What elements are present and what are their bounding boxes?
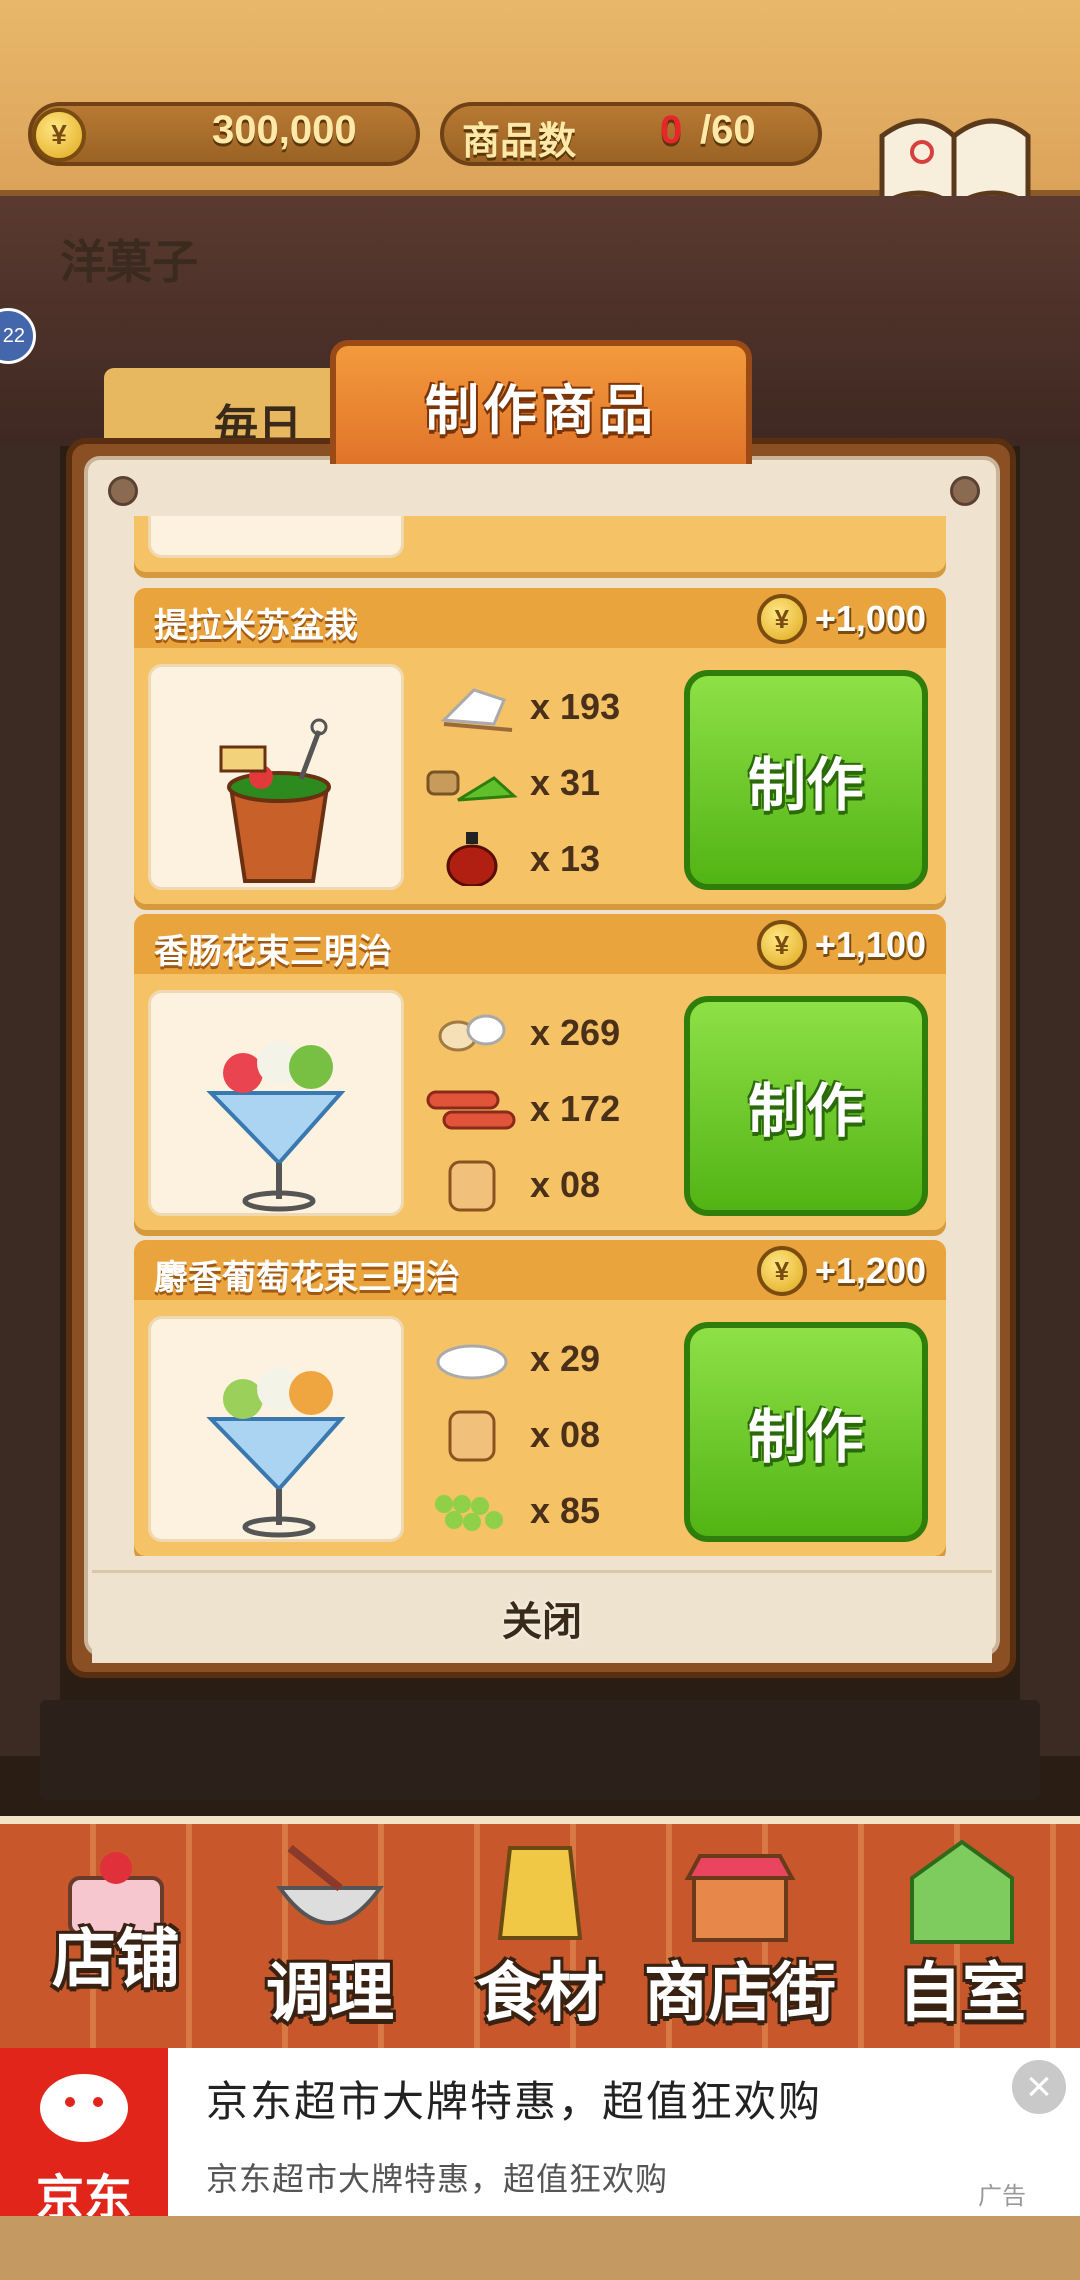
ingredient-qty: x 172 xyxy=(530,1088,621,1129)
ingredient-qty: x 193 xyxy=(530,686,621,727)
nav-cook[interactable]: 调理 xyxy=(230,1830,430,2040)
ingredient-qty: x 08 xyxy=(530,1164,601,1205)
ingredient-row: x 29 xyxy=(424,1324,624,1394)
make-button-label: 制作 xyxy=(747,1079,864,1144)
staff-only-icon xyxy=(910,1839,1014,1944)
wall-left xyxy=(0,446,60,1756)
grapes-icon xyxy=(435,1495,503,1531)
nav-label: 调理 xyxy=(266,1957,394,2029)
ingredient-row: x 193 xyxy=(424,672,624,742)
ingredient-row: x 172 xyxy=(424,1074,624,1144)
product-name: 麝香葡萄花束三明治 xyxy=(154,1259,460,1297)
mixing-bowl-icon xyxy=(276,1844,384,1925)
sausage-bouquet-image xyxy=(148,990,404,1216)
product-price: +1,200 xyxy=(814,1250,926,1291)
ingredient-row: x 269 xyxy=(424,998,624,1068)
bread-icon xyxy=(448,1160,496,1212)
bread-icon xyxy=(448,1410,496,1462)
side-badge[interactable]: 22 xyxy=(0,308,36,364)
dialog-title: 制作商品 xyxy=(425,380,657,441)
product-thumbnail xyxy=(148,516,404,558)
close-button[interactable]: 关闭 xyxy=(92,1570,992,1663)
ingredient-qty: x 85 xyxy=(530,1490,601,1531)
jd-logo: 京东 xyxy=(0,2048,168,2225)
goods-label: 商品数 xyxy=(462,121,577,163)
money-amount: 300,000 xyxy=(212,108,357,152)
nav-my-room[interactable]: 自室 xyxy=(862,1830,1062,2040)
coin-icon: ¥ xyxy=(32,108,86,162)
coin-icon: ¥ xyxy=(756,1246,807,1296)
wall-right xyxy=(1020,446,1080,1756)
goods-max: /60 xyxy=(700,108,756,152)
nail-icon xyxy=(108,476,138,506)
bottom-floor xyxy=(0,2216,1080,2280)
product-name: 香肠花束三明治 xyxy=(154,933,392,971)
close-label: 关闭 xyxy=(502,1600,582,1644)
product-name: 提拉米苏盆栽 xyxy=(154,607,358,645)
price-tag: ¥ +1,100 xyxy=(756,920,926,970)
tiramisu-pot-image xyxy=(148,664,404,890)
nav-shopping-street[interactable]: 商店街 xyxy=(640,1830,840,2040)
shop-sign: 洋菓子 xyxy=(60,235,198,289)
coin-icon: ¥ xyxy=(756,594,807,644)
liqueur-icon xyxy=(446,832,498,886)
make-button[interactable]: 制作 xyxy=(684,996,928,1216)
ingredient-row: x 13 xyxy=(424,824,624,894)
list-item: 麝香葡萄花束三明治 ¥ +1,200 x 29 x 08 x 85 制作 xyxy=(134,1240,946,1556)
ingredient-row: x 08 xyxy=(424,1150,624,1220)
goods-count: 0 xyxy=(660,108,683,152)
price-tag: ¥ +1,200 xyxy=(756,1246,926,1296)
ingredient-qty: x 269 xyxy=(530,1012,621,1053)
ingredient-qty: x 31 xyxy=(530,762,601,803)
make-button-label: 制作 xyxy=(747,1405,864,1470)
grape-bouquet-image xyxy=(148,1316,404,1542)
list-item: 香肠花束三明治 ¥ +1,100 x 269 x 172 x 08 制作 xyxy=(134,914,946,1230)
sausage-icon xyxy=(426,1090,516,1130)
ad-close-icon[interactable]: × xyxy=(1012,2060,1066,2114)
ingredient-row: x 85 xyxy=(424,1476,624,1546)
product-price: +1,100 xyxy=(814,924,926,965)
matcha-icon xyxy=(426,770,518,802)
price-tag: ¥ +1,000 xyxy=(756,594,926,644)
cream-icon xyxy=(436,1344,508,1380)
ingredient-row: x 31 xyxy=(424,748,624,818)
list-item-previous xyxy=(134,516,946,572)
make-button[interactable]: 制作 xyxy=(684,1322,928,1542)
ingredient-row: x 08 xyxy=(424,1400,624,1470)
ad-subtitle: 京东超市大牌特惠，超值狂欢购 xyxy=(206,2160,669,2198)
ingredient-qty: x 29 xyxy=(530,1338,601,1379)
nav-label: 食材 xyxy=(476,1957,604,2029)
counter xyxy=(40,1700,1040,1800)
nav-label: 店铺 xyxy=(52,1923,180,1995)
flour-bag-icon xyxy=(497,1846,583,1940)
nav-label: 商店街 xyxy=(644,1957,836,2029)
nail-icon xyxy=(950,476,980,506)
jd-dog-icon xyxy=(40,2074,128,2142)
ad-tag: 广告 xyxy=(978,2183,1026,2210)
ad-title: 京东超市大牌特惠，超值狂欢购 xyxy=(206,2077,823,2126)
product-price: +1,000 xyxy=(814,598,926,639)
make-button-label: 制作 xyxy=(747,753,864,818)
nav-ingredients[interactable]: 食材 xyxy=(440,1830,640,2040)
eggs-icon xyxy=(438,1014,506,1052)
ingredient-qty: x 13 xyxy=(530,838,601,879)
list-item: 提拉米苏盆栽 ¥ +1,000 x 193 x 31 x 13 制作 xyxy=(134,588,946,904)
flour-icon xyxy=(440,688,513,732)
nav-label: 自室 xyxy=(898,1957,1026,2029)
coin-icon: ¥ xyxy=(756,920,807,970)
shop-icon xyxy=(684,1854,796,1942)
nav-shop[interactable]: 店铺 xyxy=(16,1830,216,2040)
ingredient-qty: x 08 xyxy=(530,1414,601,1455)
dialog-title-tab: 制作商品 xyxy=(330,340,752,464)
make-button[interactable]: 制作 xyxy=(684,670,928,890)
product-list[interactable]: 提拉米苏盆栽 ¥ +1,000 x 193 x 31 x 13 制作 香肠花束三… xyxy=(134,516,946,1556)
